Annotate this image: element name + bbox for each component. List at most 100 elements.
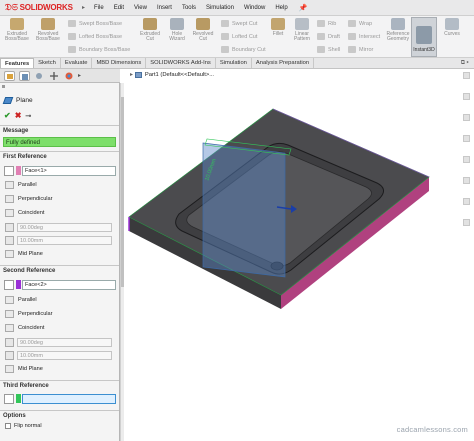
ds-logo-icon: 𝔇𝔖 bbox=[5, 2, 18, 12]
first-reference-header[interactable]: First Reference bbox=[0, 151, 119, 161]
dimxpert-tab[interactable] bbox=[49, 71, 60, 81]
midplane-icon-2 bbox=[5, 365, 14, 373]
third-reference-field[interactable] bbox=[22, 393, 116, 404]
menu-tools[interactable]: Tools bbox=[177, 5, 201, 11]
distance-icon bbox=[5, 236, 14, 245]
wrap-button[interactable]: Wrap bbox=[348, 20, 372, 27]
first-parallel-option[interactable]: Parallel bbox=[5, 181, 37, 189]
model-3d-view[interactable]: 10.00mm bbox=[125, 69, 474, 441]
rib-button[interactable]: Rib bbox=[317, 20, 336, 27]
first-perpendicular-option[interactable]: Perpendicular bbox=[5, 195, 53, 203]
panel-scrollbar[interactable] bbox=[120, 83, 124, 441]
pin-icon[interactable]: 📌 bbox=[299, 4, 308, 12]
lofted-cut-button[interactable]: Lofted Cut bbox=[221, 33, 257, 40]
third-reference-header[interactable]: Third Reference bbox=[0, 380, 119, 390]
property-manager-tab[interactable] bbox=[19, 71, 30, 81]
first-distance-field[interactable]: 10.00mm bbox=[17, 236, 112, 245]
boundary-boss-button[interactable]: Boundary Boss/Base bbox=[68, 46, 130, 53]
flip-normal-option[interactable]: Flip normal bbox=[5, 423, 42, 429]
tab-solidworks-addins[interactable]: SOLIDWORKS Add-Ins bbox=[146, 58, 216, 68]
linear-pattern-button[interactable]: Linear Pattern bbox=[290, 18, 314, 42]
second-coincident-option[interactable]: Coincident bbox=[5, 324, 44, 332]
perpendicular-icon bbox=[5, 195, 14, 203]
ok-check-icon[interactable]: ✔ bbox=[4, 111, 11, 120]
boundary-cut-button[interactable]: Boundary Cut bbox=[221, 46, 266, 53]
menu-simulation[interactable]: Simulation bbox=[201, 5, 239, 11]
tab-features[interactable]: Features bbox=[0, 58, 35, 68]
second-angle-field[interactable]: 90.00deg bbox=[17, 338, 112, 347]
tab-analysis-preparation[interactable]: Analysis Preparation bbox=[252, 58, 315, 68]
revolved-cut-button[interactable]: Revolved Cut bbox=[189, 18, 217, 42]
view-tool-8-icon[interactable] bbox=[463, 219, 470, 226]
second-perpendicular-option[interactable]: Perpendicular bbox=[5, 310, 53, 318]
menu-edit[interactable]: Edit bbox=[109, 5, 129, 11]
view-tool-7-icon[interactable] bbox=[463, 198, 470, 205]
second-reference-row: Face<2> bbox=[4, 279, 116, 290]
face2-color-swatch bbox=[16, 280, 21, 289]
scrollbar-thumb[interactable] bbox=[121, 97, 124, 287]
extruded-boss-button[interactable]: Extruded Boss/Base bbox=[3, 18, 31, 42]
tab-evaluate[interactable]: Evaluate bbox=[61, 58, 93, 68]
menu-file[interactable]: File bbox=[89, 5, 109, 11]
swept-cut-button[interactable]: Swept Cut bbox=[221, 20, 257, 27]
flip-normal-checkbox[interactable] bbox=[5, 423, 11, 429]
restore-icon[interactable]: ⧉ bbox=[461, 60, 465, 66]
revolved-boss-button[interactable]: Revolved Boss/Base bbox=[33, 18, 63, 42]
fillet-button[interactable]: Fillet bbox=[268, 18, 288, 37]
draft-icon bbox=[317, 33, 325, 40]
menu-view[interactable]: View bbox=[129, 5, 152, 11]
revolved-boss-icon bbox=[41, 18, 55, 30]
message-header[interactable]: Message bbox=[0, 125, 119, 135]
intersect-button[interactable]: Intersect bbox=[348, 33, 380, 40]
hole-wizard-button[interactable]: Hole Wizard bbox=[164, 18, 190, 42]
swept-cut-icon bbox=[221, 20, 229, 27]
mirror-button[interactable]: Mirror bbox=[348, 46, 373, 53]
feature-manager-tab[interactable] bbox=[4, 71, 15, 81]
tab-mbd-dimensions[interactable]: MBD Dimensions bbox=[92, 58, 147, 68]
graphics-area[interactable]: ▸ Part1 (Default<<Default>... 10.00mm ca… bbox=[125, 69, 474, 441]
first-angle-field[interactable]: 90.00deg bbox=[17, 223, 112, 232]
tab-simulation[interactable]: Simulation bbox=[216, 58, 252, 68]
swept-boss-button[interactable]: Swept Boss/Base bbox=[68, 20, 122, 27]
menu-expand-icon[interactable]: ▸ bbox=[82, 4, 89, 11]
options-header[interactable]: Options bbox=[0, 410, 119, 420]
reference-geometry-button[interactable]: Reference Geometry bbox=[384, 18, 412, 42]
lofted-boss-button[interactable]: Lofted Boss/Base bbox=[68, 33, 122, 40]
draft-button[interactable]: Draft bbox=[317, 33, 340, 40]
first-angle-row: 90.00deg bbox=[5, 223, 112, 232]
shell-button[interactable]: Shell bbox=[317, 46, 340, 53]
tabs-arrow-icon[interactable]: ▸ bbox=[78, 72, 81, 79]
menu-help[interactable]: Help bbox=[270, 5, 292, 11]
view-tool-1-icon[interactable] bbox=[463, 72, 470, 79]
second-reference-field[interactable]: Face<2> bbox=[22, 279, 116, 290]
curves-button[interactable]: Curves bbox=[440, 18, 464, 37]
view-tool-4-icon[interactable] bbox=[463, 135, 470, 142]
first-midplane-option[interactable]: Mid Plane bbox=[5, 250, 43, 258]
cancel-x-icon[interactable]: ✖ bbox=[15, 111, 22, 120]
face-selection-icon-3 bbox=[4, 393, 14, 404]
solidworks-logo[interactable]: 𝔇𝔖 SOLIDWORKS bbox=[0, 2, 82, 13]
second-distance-field[interactable]: 10.00mm bbox=[17, 351, 112, 360]
configuration-manager-tab[interactable] bbox=[34, 71, 45, 81]
scroll-right-icon[interactable]: ▸ bbox=[467, 60, 469, 66]
view-tool-5-icon[interactable] bbox=[463, 156, 470, 163]
instant3d-button[interactable]: Instant3D bbox=[411, 17, 437, 57]
second-midplane-option[interactable]: Mid Plane bbox=[5, 365, 43, 373]
swept-boss-icon bbox=[68, 20, 76, 27]
extruded-cut-button[interactable]: Extruded Cut bbox=[135, 18, 165, 42]
menu-window[interactable]: Window bbox=[239, 5, 270, 11]
keep-visible-pushpin-icon[interactable]: ⊸ bbox=[25, 112, 31, 120]
display-icon bbox=[65, 72, 73, 80]
view-tool-2-icon[interactable] bbox=[463, 93, 470, 100]
linear-pattern-icon bbox=[295, 18, 309, 30]
menu-insert[interactable]: Insert bbox=[152, 5, 177, 11]
view-tool-6-icon[interactable] bbox=[463, 177, 470, 184]
second-parallel-option[interactable]: Parallel bbox=[5, 296, 37, 304]
view-tool-3-icon[interactable] bbox=[463, 114, 470, 121]
second-reference-header[interactable]: Second Reference bbox=[0, 265, 119, 275]
display-manager-tab[interactable] bbox=[64, 71, 75, 81]
tab-sketch[interactable]: Sketch bbox=[34, 58, 61, 68]
first-reference-field[interactable]: Face<1> bbox=[22, 165, 116, 176]
collapse-handle-icon[interactable] bbox=[2, 85, 5, 88]
first-coincident-option[interactable]: Coincident bbox=[5, 209, 44, 217]
